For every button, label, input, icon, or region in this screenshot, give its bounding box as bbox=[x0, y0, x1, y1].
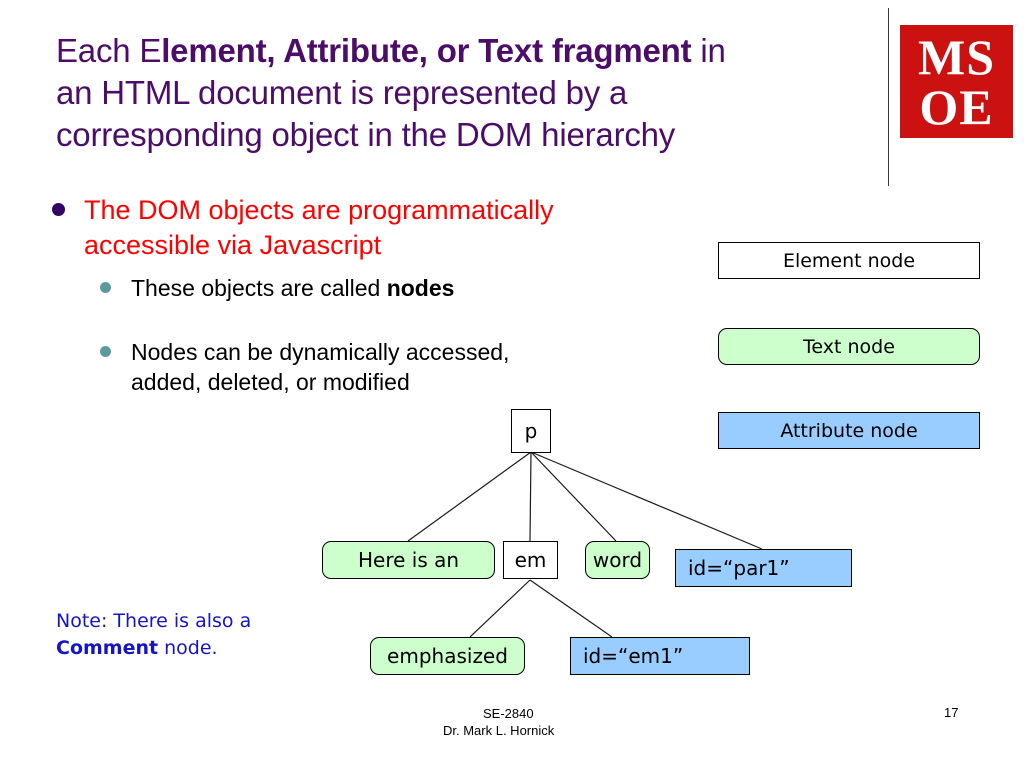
legend-text-node: Text node bbox=[718, 328, 980, 365]
tree-node-id-par1: id=“par1” bbox=[675, 549, 852, 587]
slide-canvas: Each Element, Attribute, or Text fragmen… bbox=[0, 0, 1024, 768]
sub-bullet-dot-icon bbox=[100, 282, 111, 293]
footer-author: Dr. Mark L. Hornick bbox=[443, 723, 555, 738]
tree-node-here-is-an-label: Here is an bbox=[357, 548, 460, 572]
legend-text-node-label: Text node bbox=[803, 335, 895, 358]
footer-course: SE-2840 bbox=[483, 706, 534, 721]
header-divider bbox=[888, 8, 889, 186]
logo-line-2: OE bbox=[919, 78, 994, 135]
tree-node-em: em bbox=[503, 541, 558, 579]
title-line-2: an HTML document is represented by a bbox=[56, 74, 628, 111]
tree-node-word-label: word bbox=[592, 548, 643, 572]
legend-element-node: Element node bbox=[718, 242, 980, 279]
tree-node-p: p bbox=[511, 409, 551, 453]
bullet-secondary-1-label: These objects are called nodes bbox=[131, 273, 454, 303]
tree-node-id-em1-label: id=“em1” bbox=[583, 644, 684, 668]
title-lead: Each E bbox=[56, 32, 162, 69]
footer-page-number: 17 bbox=[944, 705, 959, 720]
msoe-logo: MS OE bbox=[900, 25, 1013, 138]
tree-node-p-label: p bbox=[524, 419, 538, 443]
tree-node-em-label: em bbox=[514, 548, 547, 572]
note-bold: Comment bbox=[56, 637, 159, 659]
tree-node-id-em1: id=“em1” bbox=[570, 637, 750, 675]
tree-node-emphasized-label: emphasized bbox=[387, 644, 508, 668]
note-post: node. bbox=[158, 637, 218, 659]
logo-line-1: MS bbox=[918, 28, 995, 85]
title-tail: in bbox=[691, 32, 726, 69]
note-pre: Note: There is also a bbox=[56, 610, 252, 632]
tree-node-here-is-an: Here is an bbox=[322, 541, 495, 579]
page-title: Each Element, Attribute, or Text fragmen… bbox=[56, 30, 891, 156]
bullet-primary: The DOM objects are programmatically acc… bbox=[52, 193, 672, 263]
sub-bullet-dot-icon bbox=[100, 346, 111, 357]
title-line-3: corresponding object in the DOM hierarch… bbox=[56, 116, 676, 153]
bullet-secondary-1: These objects are called nodes bbox=[100, 273, 570, 303]
bullet-secondary-1-bold: nodes bbox=[386, 275, 455, 301]
legend-attribute-node: Attribute node bbox=[718, 412, 980, 449]
bullet-secondary-2: Nodes can be dynamically accessed, added… bbox=[100, 337, 570, 397]
bullet-secondary-1-pre: These objects are called bbox=[131, 275, 387, 301]
bullet-dot-icon bbox=[52, 203, 65, 216]
bullet-secondary-2-label: Nodes can be dynamically accessed, added… bbox=[131, 339, 510, 395]
bullet-primary-label: The DOM objects are programmatically acc… bbox=[84, 195, 554, 260]
legend-attribute-node-label: Attribute node bbox=[780, 419, 918, 442]
title-emphasis: lement, Attribute, or Text fragment bbox=[161, 32, 692, 69]
tree-node-id-par1-label: id=“par1” bbox=[688, 556, 790, 580]
legend-element-node-label: Element node bbox=[782, 249, 916, 272]
tree-node-word: word bbox=[585, 541, 650, 579]
tree-node-emphasized: emphasized bbox=[370, 637, 525, 675]
note-text: Note: There is also a Comment node. bbox=[56, 608, 356, 662]
